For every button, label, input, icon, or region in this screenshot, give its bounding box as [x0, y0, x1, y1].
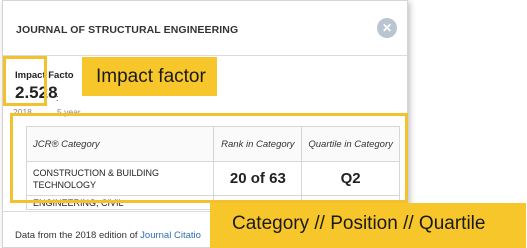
category-annotation-text: Category // Position // Quartile: [232, 213, 486, 234]
impact-factor-annotation: Impact factor: [82, 57, 217, 96]
impact-factor-annotation-text: Impact factor: [96, 66, 206, 87]
impact-factor-highlight-box: [3, 56, 47, 106]
journal-title: JOURNAL OF STRUCTURAL ENGINEERING: [16, 24, 239, 36]
category-position-quartile-annotation: Category // Position // Quartile: [210, 203, 526, 248]
journal-citation-reports-link[interactable]: Journal Citatio: [140, 230, 201, 241]
panel-header: JOURNAL OF STRUCTURAL ENGINEERING ✕: [3, 1, 407, 56]
footer-prefix: Data from the 2018 edition of: [15, 230, 141, 241]
five-year-impact-value: :: [56, 93, 59, 103]
footer-text: Data from the 2018 edition of Journal Ci…: [15, 230, 201, 241]
close-icon[interactable]: ✕: [377, 18, 397, 38]
category-table-highlight-box: [10, 113, 408, 203]
